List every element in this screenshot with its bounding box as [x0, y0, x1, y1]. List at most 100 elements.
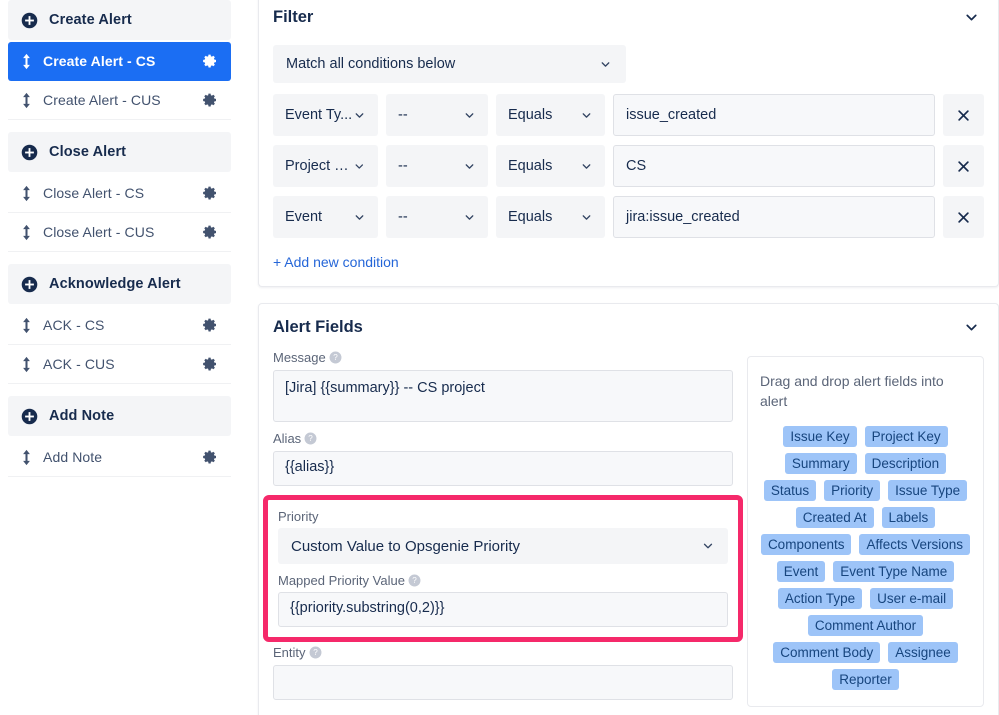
- alert-field-tag[interactable]: Event: [777, 561, 826, 582]
- alert-field-tag[interactable]: Reporter: [832, 669, 899, 690]
- drag-handle-icon[interactable]: [19, 317, 34, 334]
- sidebar-item-close-alert-cs[interactable]: Close Alert - CS: [8, 174, 231, 213]
- drag-handle-icon[interactable]: [19, 449, 34, 466]
- gear-icon[interactable]: [202, 449, 218, 465]
- alert-field-tag[interactable]: Project Key: [865, 426, 948, 447]
- chevron-down-icon[interactable]: [958, 4, 984, 30]
- sidebar-group-header-add-note[interactable]: Add Note: [8, 396, 231, 436]
- mapped-priority-label-row: Mapped Priority Value ?: [278, 573, 728, 588]
- condition-subfield-value: --: [398, 107, 408, 123]
- alert-field-tag[interactable]: Action Type: [778, 588, 862, 609]
- alert-field-tag[interactable]: Components: [761, 534, 852, 555]
- condition-subfield-select[interactable]: --: [386, 196, 488, 238]
- drag-handle-icon[interactable]: [19, 356, 34, 373]
- condition-row: Project K...--EqualsCS: [273, 145, 984, 187]
- sidebar-item-label: Close Alert - CS: [43, 185, 202, 201]
- sidebar-item-add-note[interactable]: Add Note: [8, 438, 231, 477]
- alias-input[interactable]: {{alias}}: [273, 451, 733, 486]
- alert-field-tag[interactable]: Event Type Name: [833, 561, 954, 582]
- alert-fields-form: Message ? [Jira] {{summary}} -- CS proje…: [273, 350, 733, 709]
- sidebar-item-create-alert-cs[interactable]: Create Alert - CS: [8, 42, 231, 81]
- entity-input[interactable]: [273, 665, 733, 700]
- condition-value-input[interactable]: CS: [613, 145, 935, 187]
- sidebar-item-label: Close Alert - CUS: [43, 224, 202, 240]
- delete-condition-button[interactable]: [943, 196, 984, 238]
- message-input[interactable]: [Jira] {{summary}} -- CS project: [273, 370, 733, 422]
- match-mode-select[interactable]: Match all conditions below: [273, 45, 626, 83]
- alert-field-tag[interactable]: Affects Versions: [859, 534, 970, 555]
- condition-operator-select[interactable]: Equals: [496, 196, 605, 238]
- match-mode-value: Match all conditions below: [286, 56, 455, 72]
- sidebar-item-ack-cs[interactable]: ACK - CS: [8, 306, 231, 345]
- sidebar-group-title: Close Alert: [49, 144, 126, 160]
- condition-value-input[interactable]: issue_created: [613, 94, 935, 136]
- sidebar-group-title: Acknowledge Alert: [49, 276, 181, 292]
- gear-icon[interactable]: [202, 356, 218, 372]
- condition-operator-select[interactable]: Equals: [496, 94, 605, 136]
- plus-circle-icon[interactable]: [21, 12, 38, 29]
- sidebar-item-create-alert-cus[interactable]: Create Alert - CUS: [8, 81, 231, 120]
- condition-field-select[interactable]: Project K...: [273, 145, 378, 187]
- condition-field-select[interactable]: Event Ty...: [273, 94, 378, 136]
- priority-select[interactable]: Custom Value to Opsgenie Priority: [278, 528, 728, 564]
- sidebar-group-header-create-alert[interactable]: Create Alert: [8, 0, 231, 40]
- message-label-row: Message ?: [273, 350, 733, 365]
- plus-circle-icon[interactable]: [21, 276, 38, 293]
- alert-field-tag[interactable]: Issue Key: [783, 426, 856, 447]
- delete-condition-button[interactable]: [943, 94, 984, 136]
- condition-field-select[interactable]: Event: [273, 196, 378, 238]
- drag-drop-panel: Drag and drop alert fields into alert Is…: [747, 356, 984, 707]
- chevron-down-icon: [580, 109, 593, 122]
- sidebar-group: Add NoteAdd Note: [8, 396, 231, 477]
- sidebar-group-header-acknowledge-alert[interactable]: Acknowledge Alert: [8, 264, 231, 304]
- sidebar-item-ack-cus[interactable]: ACK - CUS: [8, 345, 231, 384]
- condition-subfield-select[interactable]: --: [386, 145, 488, 187]
- sidebar-group-title: Create Alert: [49, 12, 132, 28]
- help-icon[interactable]: ?: [304, 432, 317, 445]
- delete-condition-button[interactable]: [943, 145, 984, 187]
- filter-header: Filter: [273, 0, 984, 34]
- condition-subfield-select[interactable]: --: [386, 94, 488, 136]
- entity-label-row: Entity ?: [273, 645, 733, 660]
- gear-icon[interactable]: [202, 317, 218, 333]
- alert-field-tag[interactable]: Assignee: [888, 642, 958, 663]
- condition-operator-select[interactable]: Equals: [496, 145, 605, 187]
- alert-field-tag[interactable]: User e-mail: [870, 588, 953, 609]
- alert-fields-card: Alert Fields Message ? [Jira] {{summary}…: [258, 303, 999, 715]
- drag-drop-title: Drag and drop alert fields into alert: [760, 372, 971, 412]
- alert-field-tag[interactable]: Status: [764, 480, 816, 501]
- alert-field-tag[interactable]: Summary: [785, 453, 857, 474]
- mapped-priority-input[interactable]: {{priority.substring(0,2)}}: [278, 592, 728, 627]
- drag-handle-icon[interactable]: [19, 53, 34, 70]
- svg-text:?: ?: [333, 353, 338, 362]
- help-icon[interactable]: ?: [329, 351, 342, 364]
- alert-field-tag[interactable]: Priority: [824, 480, 880, 501]
- alert-field-tag[interactable]: Comment Author: [808, 615, 923, 636]
- add-new-condition-link[interactable]: + Add new condition: [273, 254, 399, 270]
- drag-handle-icon[interactable]: [19, 92, 34, 109]
- plus-circle-icon[interactable]: [21, 408, 38, 425]
- sidebar-item-label: Create Alert - CS: [43, 53, 202, 69]
- gear-icon[interactable]: [202, 185, 218, 201]
- entity-label: Entity: [273, 645, 306, 660]
- chevron-down-icon[interactable]: [958, 314, 984, 340]
- gear-icon[interactable]: [202, 224, 218, 240]
- sidebar-item-close-alert-cus[interactable]: Close Alert - CUS: [8, 213, 231, 252]
- alert-field-tag[interactable]: Comment Body: [773, 642, 880, 663]
- drag-handle-icon[interactable]: [19, 185, 34, 202]
- filter-card: Filter Match all conditions below Event …: [258, 0, 999, 287]
- gear-icon[interactable]: [202, 92, 218, 108]
- sidebar-group-header-close-alert[interactable]: Close Alert: [8, 132, 231, 172]
- help-icon[interactable]: ?: [408, 574, 421, 587]
- alert-field-tag[interactable]: Issue Type: [888, 480, 967, 501]
- sidebar: Create Alert Create Alert - CS Create Aler…: [0, 0, 239, 715]
- drag-handle-icon[interactable]: [19, 224, 34, 241]
- gear-icon[interactable]: [202, 53, 218, 69]
- alert-field-tag[interactable]: Description: [865, 453, 947, 474]
- alert-field-tag[interactable]: Created At: [796, 507, 874, 528]
- alert-field-tag[interactable]: Labels: [882, 507, 936, 528]
- plus-circle-icon[interactable]: [21, 144, 38, 161]
- help-icon[interactable]: ?: [309, 646, 322, 659]
- condition-value-input[interactable]: jira:issue_created: [613, 196, 935, 238]
- close-icon: [956, 108, 971, 123]
